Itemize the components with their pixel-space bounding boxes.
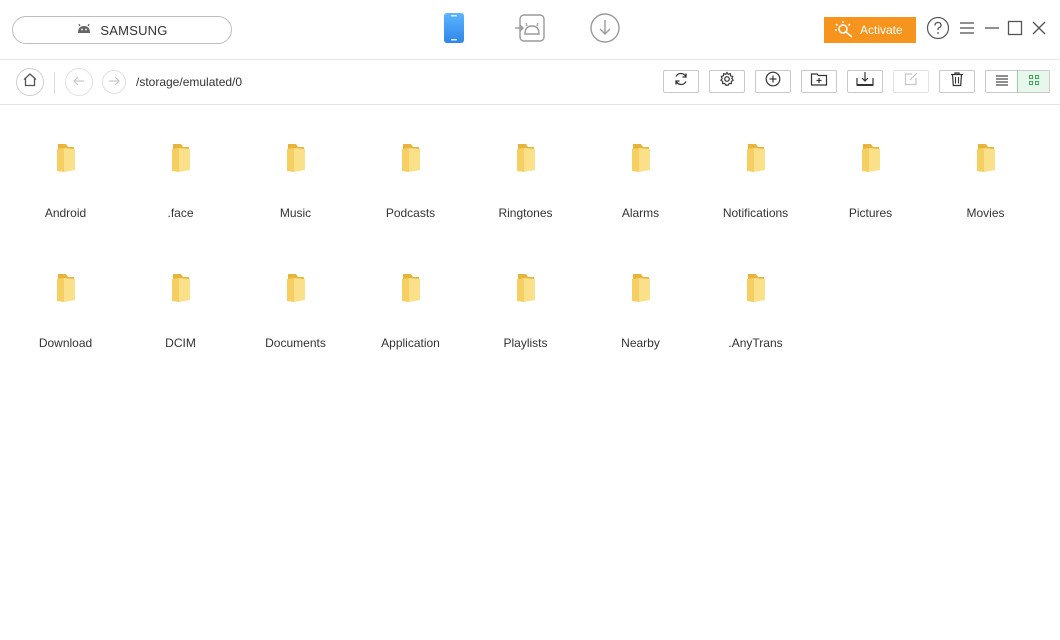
- folder-icon: [860, 130, 882, 177]
- folder-item[interactable]: Podcasts: [353, 130, 468, 240]
- device-selector[interactable]: SAMSUNG: [12, 16, 232, 44]
- new-folder-button[interactable]: [801, 70, 837, 93]
- folder-label: Alarms: [621, 206, 660, 220]
- folder-icon: [745, 130, 767, 177]
- trash-icon: [949, 71, 965, 92]
- folder-label: Nearby: [621, 336, 660, 350]
- folder-item[interactable]: Movies: [928, 130, 1043, 240]
- maximize-icon: [1007, 20, 1023, 41]
- current-path: /storage/emulated/0: [136, 75, 243, 89]
- arrow-left-icon: [73, 73, 85, 91]
- folder-item[interactable]: DCIM: [123, 260, 238, 370]
- folder-item[interactable]: Notifications: [698, 130, 813, 240]
- folder-label: Android: [44, 206, 87, 220]
- arrow-right-icon: [108, 73, 120, 91]
- folder-icon: [170, 130, 192, 177]
- folder-label: Application: [381, 336, 440, 350]
- hamburger-icon: [959, 21, 975, 40]
- folder-item[interactable]: .AnyTrans: [698, 260, 813, 370]
- refresh-button[interactable]: [663, 70, 699, 93]
- folder-icon: [285, 130, 307, 177]
- edit-icon: [903, 71, 919, 92]
- android-icon: [76, 21, 92, 39]
- folder-label: .AnyTrans: [728, 336, 783, 350]
- edit-button[interactable]: [893, 70, 929, 93]
- export-to-computer-button[interactable]: [847, 70, 883, 93]
- folder-icon: [630, 130, 652, 177]
- activate-button[interactable]: Activate: [824, 17, 916, 43]
- minimize-icon: [984, 21, 1000, 40]
- menu-button[interactable]: [956, 18, 978, 42]
- folder-icon: [630, 260, 652, 307]
- folder-icon: [400, 130, 422, 177]
- plus-circle-icon: [765, 71, 781, 92]
- help-button[interactable]: [926, 16, 950, 45]
- close-icon: [1031, 20, 1047, 41]
- folder-label: Podcasts: [385, 206, 436, 220]
- settings-button[interactable]: [709, 70, 745, 93]
- add-button[interactable]: [755, 70, 791, 93]
- folder-icon: [285, 260, 307, 307]
- toolbar: /storage/emulated/0: [0, 60, 1060, 105]
- tab-android-mover[interactable]: [512, 12, 548, 48]
- home-button[interactable]: [16, 68, 44, 96]
- tab-downloader[interactable]: [587, 12, 623, 48]
- folder-item[interactable]: Android: [8, 130, 123, 240]
- back-button[interactable]: [65, 68, 93, 96]
- download-circle-icon: [589, 12, 621, 49]
- grid-icon: [1028, 73, 1040, 91]
- folder-icon: [975, 130, 997, 177]
- folder-label: Documents: [265, 336, 326, 350]
- list-icon: [995, 73, 1009, 91]
- folder-label: Download: [38, 336, 93, 350]
- folder-icon: [515, 130, 537, 177]
- folder-label: Ringtones: [498, 206, 553, 220]
- device-name: SAMSUNG: [100, 22, 168, 38]
- activate-bulb-icon: [834, 20, 854, 41]
- folder-icon: [515, 260, 537, 307]
- folder-icon: [170, 260, 192, 307]
- folder-label: Notifications: [722, 206, 789, 220]
- maximize-button[interactable]: [1004, 18, 1026, 42]
- folder-label: .face: [167, 206, 194, 220]
- folder-label: Music: [279, 206, 312, 220]
- folder-item[interactable]: Nearby: [583, 260, 698, 370]
- folder-item[interactable]: Music: [238, 130, 353, 240]
- minimize-button[interactable]: [981, 18, 1003, 42]
- folder-item[interactable]: .face: [123, 130, 238, 240]
- folder-icon: [55, 260, 77, 307]
- list-view-button[interactable]: [986, 71, 1017, 92]
- folder-icon: [55, 130, 77, 177]
- phone-icon: [443, 12, 465, 49]
- close-button[interactable]: [1028, 18, 1050, 42]
- activate-label: Activate: [860, 23, 903, 37]
- folder-item[interactable]: Documents: [238, 260, 353, 370]
- gear-icon: [719, 71, 735, 92]
- download-tray-icon: [855, 71, 875, 92]
- folder-item[interactable]: Download: [8, 260, 123, 370]
- refresh-icon: [673, 71, 689, 92]
- folder-icon: [745, 260, 767, 307]
- grid-view-button[interactable]: [1017, 71, 1049, 92]
- folder-label: Playlists: [503, 336, 548, 350]
- delete-button[interactable]: [939, 70, 975, 93]
- folder-item[interactable]: Ringtones: [468, 130, 583, 240]
- folder-item[interactable]: Playlists: [468, 260, 583, 370]
- home-icon: [22, 72, 38, 92]
- folder-item[interactable]: Pictures: [813, 130, 928, 240]
- view-mode-toggle: [985, 70, 1050, 93]
- help-icon: [926, 16, 950, 45]
- folder-plus-icon: [810, 71, 828, 92]
- folder-icon: [400, 260, 422, 307]
- folder-item[interactable]: Application: [353, 260, 468, 370]
- forward-button[interactable]: [102, 70, 126, 94]
- title-bar: SAMSUNG Activate: [0, 0, 1060, 60]
- folder-label: DCIM: [165, 336, 196, 350]
- android-transfer-icon: [514, 13, 546, 48]
- folder-label: Movies: [966, 206, 1005, 220]
- folder-label: Pictures: [848, 206, 893, 220]
- tab-device-manager[interactable]: [436, 12, 472, 48]
- folder-item[interactable]: Alarms: [583, 130, 698, 240]
- toolbar-divider: [54, 72, 55, 94]
